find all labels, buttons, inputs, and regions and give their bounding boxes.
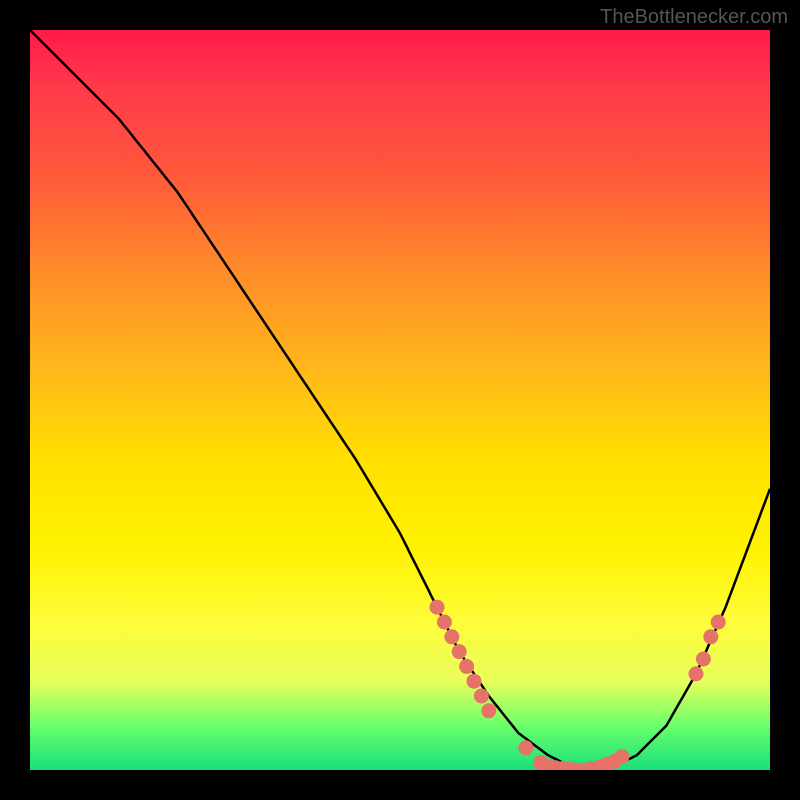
data-point <box>711 615 725 629</box>
data-point <box>696 652 710 666</box>
data-point <box>460 659 474 673</box>
data-markers <box>430 600 725 770</box>
data-point <box>452 645 466 659</box>
data-point <box>615 750 629 764</box>
data-point <box>437 615 451 629</box>
data-point <box>430 600 444 614</box>
curve-line <box>30 30 770 770</box>
data-point <box>445 630 459 644</box>
watermark-text: TheBottlenecker.com <box>600 6 788 29</box>
data-point <box>467 674 481 688</box>
data-point <box>689 667 703 681</box>
data-point <box>704 630 718 644</box>
data-point <box>482 704 496 718</box>
data-point <box>474 689 488 703</box>
chart-svg <box>30 30 770 770</box>
data-point <box>519 741 533 755</box>
